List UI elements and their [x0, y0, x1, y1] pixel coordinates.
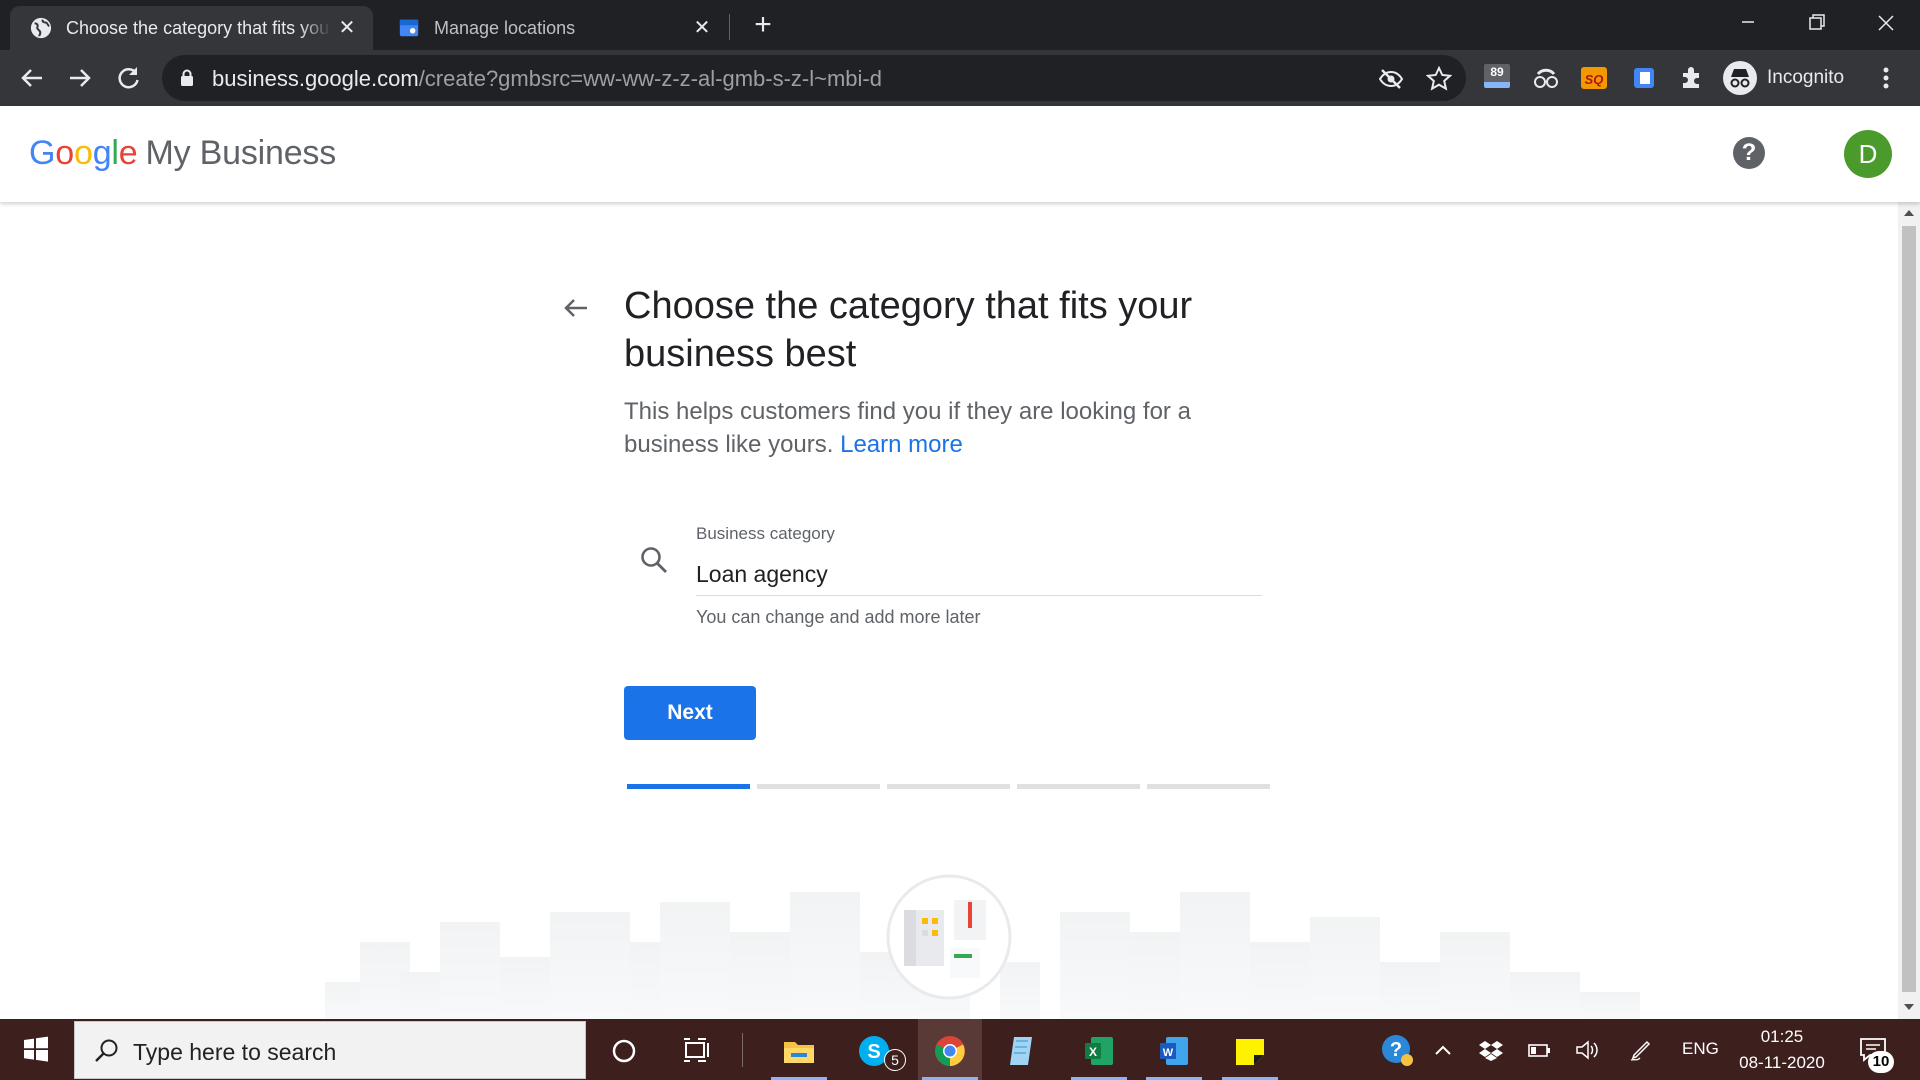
taskbar-search-box[interactable]: Type here to search [74, 1021, 586, 1079]
restore-icon[interactable] [1786, 4, 1846, 40]
svg-text:?: ? [1390, 1039, 1402, 1061]
svg-text:X: X [1089, 1045, 1097, 1059]
back-arrow-icon[interactable] [560, 292, 592, 324]
my-business-favicon-icon [399, 19, 419, 37]
pen-workspace-icon[interactable] [1628, 1037, 1654, 1063]
task-view-icon[interactable] [678, 1033, 714, 1069]
progress-bar [627, 784, 1270, 790]
help-support-icon[interactable]: ? [1380, 1033, 1414, 1067]
clock-date: 08-11-2020 [1739, 1053, 1825, 1072]
bike-extension-icon[interactable] [1532, 64, 1560, 92]
minimize-icon[interactable] [1718, 4, 1778, 40]
incognito-profile-button[interactable]: Incognito [1723, 59, 1844, 97]
close-window-icon[interactable] [1855, 4, 1915, 40]
notepad-icon[interactable] [1004, 1033, 1040, 1069]
eye-off-icon[interactable] [1378, 66, 1404, 92]
svg-text:SQ: SQ [1585, 72, 1604, 87]
url-text: business.google.com/create?gmbsrc=ww-ww-… [212, 66, 882, 91]
address-bar[interactable]: business.google.com/create?gmbsrc=ww-ww-… [162, 55, 1466, 101]
page-title: Choose the category that fits your busin… [624, 285, 1193, 375]
business-category-label: Business category [696, 524, 835, 543]
progress-step-4 [1017, 784, 1140, 789]
globe-icon [30, 17, 52, 39]
business-category-input[interactable] [696, 554, 1262, 596]
close-tab-icon[interactable]: ✕ [690, 16, 714, 40]
scroll-down-arrow-icon[interactable] [1904, 1004, 1914, 1010]
dropbox-icon[interactable] [1478, 1037, 1504, 1063]
learn-more-link[interactable]: Learn more [840, 431, 963, 458]
field-hint: You can change and add more later [696, 607, 981, 627]
extensions-puzzle-icon[interactable] [1678, 64, 1706, 92]
search-icon [95, 1039, 118, 1062]
scroll-thumb[interactable] [1902, 226, 1916, 992]
progress-step-5 [1147, 784, 1270, 789]
seoquake-icon[interactable]: SQ [1580, 64, 1608, 92]
excel-icon[interactable]: X [1081, 1033, 1117, 1069]
lock-icon [181, 69, 193, 86]
reload-icon[interactable] [112, 62, 144, 94]
clock-time: 01:25 [1760, 1027, 1804, 1046]
browser-toolbar: business.google.com/create?gmbsrc=ww-ww-… [0, 50, 1920, 106]
input-language[interactable]: ENG [1682, 1039, 1719, 1059]
page-scrollbar[interactable] [1898, 202, 1920, 1019]
account-avatar[interactable]: D [1844, 130, 1892, 178]
main-content: Choose the category that fits your busin… [0, 202, 1898, 1019]
google-my-business-logo[interactable]: Google My Business [29, 134, 336, 173]
new-tab-icon[interactable]: + [748, 10, 778, 40]
word-icon[interactable]: W [1156, 1033, 1192, 1069]
app-header: Google My Business ? D [0, 106, 1920, 202]
browser-tab-bar: Choose the category that fits your busin… [0, 0, 1920, 50]
extension-counter-icon[interactable]: 89 [1484, 64, 1512, 92]
tab-title: Choose the category that fits your busin… [66, 17, 331, 38]
file-explorer-icon[interactable] [781, 1033, 817, 1069]
star-icon[interactable] [1426, 66, 1452, 92]
skype-badge: 5 [884, 1049, 906, 1071]
product-name: My Business [145, 134, 337, 172]
page-description: This helps customers find you if they ar… [624, 398, 1191, 458]
forward-icon[interactable] [64, 62, 96, 94]
show-hidden-icons-chevron-icon[interactable] [1430, 1037, 1456, 1063]
tab-separator [729, 14, 730, 40]
taskbar-clock[interactable]: 01:25 08-11-2020 [1732, 1024, 1832, 1076]
cortana-icon[interactable] [606, 1033, 642, 1069]
svg-text:S: S [867, 1041, 880, 1063]
help-icon[interactable]: ? [1733, 137, 1765, 169]
progress-step-2 [757, 784, 880, 789]
search-icon [641, 547, 667, 573]
tab-title: Manage locations [434, 17, 576, 38]
progress-step-3 [887, 784, 1010, 789]
tab-manage-locations[interactable]: Manage locations ✕ [378, 6, 728, 50]
windows-taskbar: Type here to search S 5 X W ? ENG 01:25 … [0, 1019, 1920, 1080]
tab-extension-icon[interactable] [1630, 64, 1658, 92]
volume-icon[interactable] [1574, 1037, 1600, 1063]
notification-count-badge: 10 [1868, 1051, 1894, 1073]
chrome-icon[interactable] [932, 1033, 968, 1069]
windows-start-icon[interactable] [0, 1019, 72, 1080]
tab-choose-category[interactable]: Choose the category that fits your busin… [10, 6, 373, 50]
sticky-notes-icon[interactable] [1232, 1033, 1268, 1069]
close-tab-icon[interactable]: ✕ [335, 16, 359, 40]
svg-text:W: W [1163, 1047, 1174, 1059]
progress-step-1 [627, 784, 750, 789]
next-button[interactable]: Next [624, 686, 756, 740]
back-icon[interactable] [16, 62, 48, 94]
incognito-icon [1723, 61, 1757, 95]
more-menu-icon[interactable] [1876, 64, 1896, 92]
storefront-illustration [886, 874, 1012, 1000]
incognito-label: Incognito [1767, 67, 1845, 88]
taskbar-search-placeholder: Type here to search [133, 1039, 337, 1065]
battery-icon[interactable] [1526, 1037, 1552, 1063]
taskbar-divider [742, 1033, 743, 1067]
scroll-up-arrow-icon[interactable] [1904, 210, 1914, 216]
